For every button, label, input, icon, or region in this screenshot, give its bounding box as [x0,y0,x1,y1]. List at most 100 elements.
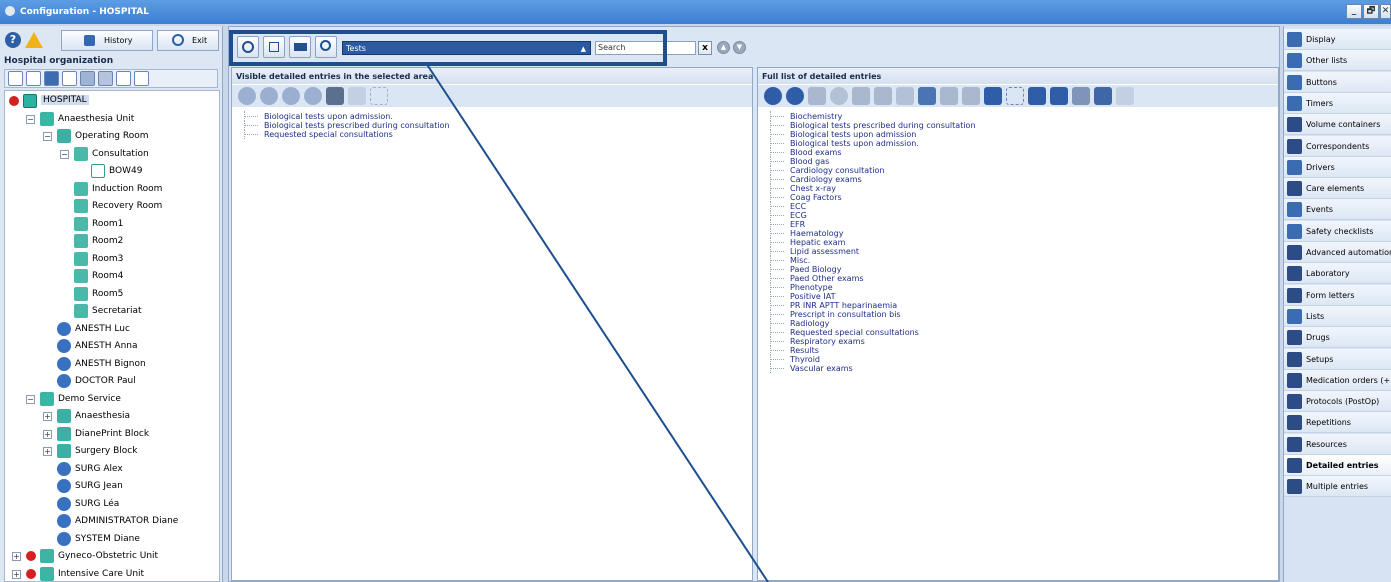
full-entry-item[interactable]: Respiratory exams [766,336,976,346]
full-entry-item[interactable]: Coag Factors [766,192,976,202]
full-entry-item[interactable]: Paed Other exams [766,273,976,283]
sidebar-item[interactable]: Resources [1284,433,1391,455]
full-entry-item[interactable]: Biological tests upon admission [766,129,976,139]
expand-toggle-icon[interactable]: − [26,394,35,404]
expand-toggle-icon[interactable]: − [26,114,35,124]
visible-entry-item[interactable]: Biological tests prescribed during consu… [240,120,450,130]
warning-icon[interactable] [25,32,43,48]
select-icon[interactable] [370,87,388,105]
hierarchy-icon[interactable] [26,71,41,86]
sidebar-item[interactable]: Drivers [1284,156,1391,178]
history-button[interactable]: History [61,30,153,51]
edit-icon[interactable] [348,87,366,105]
sidebar-item[interactable]: Care elements [1284,178,1391,200]
full-entry-item[interactable]: Vascular exams [766,363,976,373]
sidebar-item[interactable]: Timers [1284,92,1391,114]
copy-icon[interactable] [808,87,826,105]
edit-icon[interactable] [940,87,958,105]
lock-icon[interactable] [134,71,149,86]
sidebar-item[interactable]: Detailed entries [1284,455,1391,476]
paste-icon[interactable] [874,87,892,105]
full-entries-list[interactable]: Biochemistry Biological tests prescribed … [766,111,976,373]
full-entry-item[interactable]: Biological tests prescribed during consu… [766,120,976,130]
full-entry-item[interactable]: Biochemistry [766,111,976,121]
list-view-icon[interactable] [1094,87,1112,105]
remove-icon[interactable] [786,87,804,105]
print-icon[interactable] [1072,87,1090,105]
full-entry-item[interactable]: Thyroid [766,354,976,364]
full-entry-item[interactable]: PR INR APTT heparinaemia [766,300,976,310]
sidebar-item[interactable]: Correspondents [1284,135,1391,157]
remove-entry-icon[interactable] [260,87,278,105]
add-icon[interactable] [80,71,95,86]
full-entry-item[interactable]: Radiology [766,318,976,328]
form-icon[interactable] [962,87,980,105]
sync-icon[interactable] [984,87,1002,105]
sidebar-item[interactable]: Form letters [1284,284,1391,306]
expand-toggle-icon[interactable]: + [12,569,21,579]
full-entry-item[interactable]: ECG [766,210,976,220]
delete-icon[interactable] [98,71,113,86]
select-icon[interactable] [1006,87,1024,105]
sidebar-item[interactable]: Setups [1284,348,1391,370]
full-entry-item[interactable]: Cardiology exams [766,174,976,184]
grid-icon[interactable] [1116,87,1134,105]
full-entry-item[interactable]: ECC [766,201,976,211]
full-entry-item[interactable]: Phenotype [766,282,976,292]
expand-toggle-icon[interactable]: − [43,132,52,141]
full-entry-item[interactable]: EFR [766,219,976,229]
visible-entry-item[interactable]: Biological tests upon admission. [240,111,450,121]
full-entry-item[interactable]: Haematology [766,228,976,238]
expand-toggle-icon[interactable]: + [12,552,21,561]
help-small-icon[interactable] [116,71,131,86]
full-entry-item[interactable]: Results [766,345,976,355]
full-entry-item[interactable]: Prescript in consultation bis [766,309,976,319]
expand-toggle-icon[interactable]: + [43,447,52,456]
next-result-button[interactable]: ▼ [733,41,746,54]
sort-icon[interactable] [326,87,344,105]
full-entry-item[interactable]: Blood gas [766,156,976,166]
previous-result-button[interactable]: ▲ [717,41,730,54]
full-entry-item[interactable]: Biological tests upon admission. [766,138,976,148]
organization-tree[interactable]: HOSPITAL−Anaesthesia Unit−Operating Room… [4,90,220,582]
full-entry-item[interactable]: Paed Biology [766,264,976,274]
zoom-icon[interactable] [62,71,77,86]
full-entry-item[interactable]: Lipid assessment [766,246,976,256]
exit-button[interactable]: Exit [157,30,219,51]
sidebar-item[interactable]: Display [1284,29,1391,50]
full-entry-item[interactable]: Cardiology consultation [766,165,976,175]
sidebar-item[interactable]: Events [1284,199,1391,221]
refresh-icon[interactable] [8,71,23,86]
wand-icon[interactable] [896,87,914,105]
move-up-icon[interactable] [282,87,300,105]
sidebar-item[interactable]: Volume containers [1284,114,1391,136]
full-entry-item[interactable]: Misc. [766,255,976,265]
sidebar-item[interactable]: Buttons [1284,71,1391,93]
close-button[interactable]: ✕ [1380,4,1391,19]
globe-icon[interactable] [830,87,848,105]
duplicate-icon[interactable] [852,87,870,105]
full-entry-item[interactable]: Chest x-ray [766,183,976,193]
text-icon[interactable] [918,87,936,105]
user-icon[interactable] [44,71,59,86]
visible-entry-item[interactable]: Requested special consultations [240,129,450,139]
export-icon[interactable] [1050,87,1068,105]
expand-toggle-icon[interactable]: + [43,412,52,421]
sidebar-item[interactable]: Advanced automations [1284,242,1391,263]
full-entry-item[interactable]: Positive IAT [766,291,976,301]
help-icon[interactable]: ? [5,32,21,48]
clear-search-button[interactable]: x [698,41,712,55]
add-icon[interactable] [764,87,782,105]
full-entry-item[interactable]: Hepatic exam [766,237,976,247]
minimize-button[interactable]: _ [1346,4,1362,19]
add-entry-icon[interactable] [238,87,256,105]
full-entry-item[interactable]: Blood exams [766,147,976,157]
sidebar-item[interactable]: Laboratory [1284,263,1391,285]
maximize-button[interactable]: 🗗 [1363,4,1379,19]
expand-toggle-icon[interactable]: + [43,429,52,439]
sidebar-item[interactable]: Safety checklists [1284,220,1391,242]
move-down-icon[interactable] [304,87,322,105]
full-entry-item[interactable]: Requested special consultations [766,327,976,337]
sidebar-item[interactable]: Medication orders (+ Fav [1284,369,1391,391]
sidebar-item[interactable]: Lists [1284,305,1391,327]
